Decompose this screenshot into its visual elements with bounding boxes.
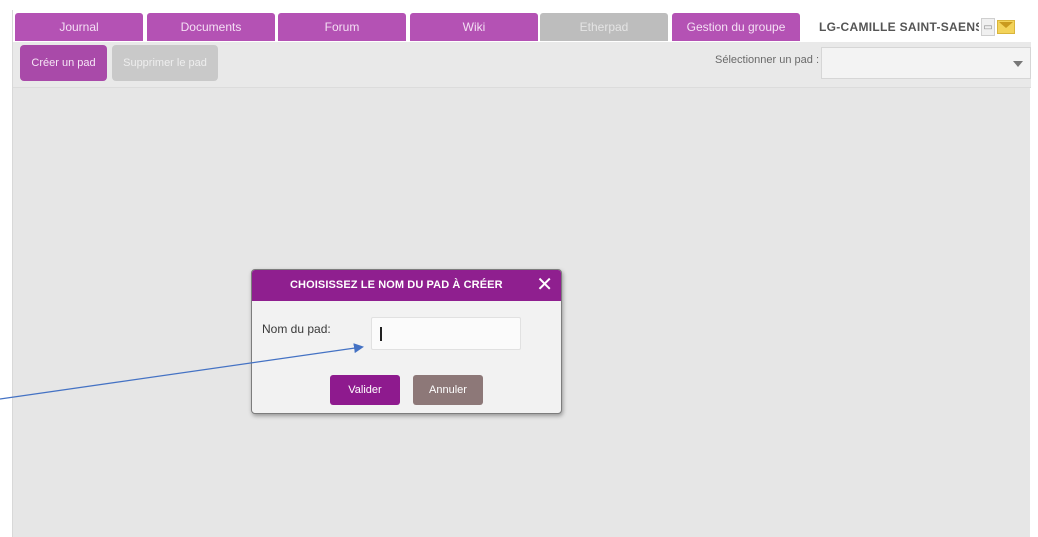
- create-pad-button[interactable]: Créer un pad: [20, 45, 107, 81]
- chevron-down-icon[interactable]: [1013, 61, 1023, 67]
- pad-name-input[interactable]: [371, 317, 521, 350]
- pad-select[interactable]: [821, 47, 1031, 79]
- tab-group-management[interactable]: Gestion du groupe: [672, 13, 800, 41]
- dialog-title: CHOISISSEZ LE NOM DU PAD À CRÉER: [290, 279, 503, 291]
- dialog-header: CHOISISSEZ LE NOM DU PAD À CRÉER ✕: [252, 270, 561, 301]
- tab-journal[interactable]: Journal: [15, 13, 143, 41]
- create-pad-dialog: CHOISISSEZ LE NOM DU PAD À CRÉER ✕ Nom d…: [251, 269, 562, 414]
- toolbar: Créer un pad Supprimer le pad Sélectionn…: [13, 42, 1031, 88]
- tab-documents[interactable]: Documents: [147, 13, 275, 41]
- confirm-button[interactable]: Valider: [330, 375, 400, 405]
- text-caret: [380, 327, 382, 341]
- pad-name-label: Nom du pad:: [262, 322, 331, 336]
- select-pad-label: Sélectionner un pad :: [715, 54, 819, 66]
- tab-wiki[interactable]: Wiki: [410, 13, 538, 41]
- tab-forum[interactable]: Forum: [278, 13, 406, 41]
- close-icon[interactable]: ✕: [536, 273, 553, 297]
- tab-bar: Journal Documents Forum Wiki Etherpad Ge…: [13, 10, 1031, 42]
- header-icons: ▭: [981, 15, 1029, 39]
- mail-icon[interactable]: [997, 20, 1015, 34]
- group-name: LG-CAMILLE SAINT-SAENS: [819, 20, 979, 34]
- tab-etherpad[interactable]: Etherpad: [540, 13, 668, 41]
- printer-icon[interactable]: ▭: [981, 18, 995, 36]
- cancel-button[interactable]: Annuler: [413, 375, 483, 405]
- delete-pad-button[interactable]: Supprimer le pad: [112, 45, 218, 81]
